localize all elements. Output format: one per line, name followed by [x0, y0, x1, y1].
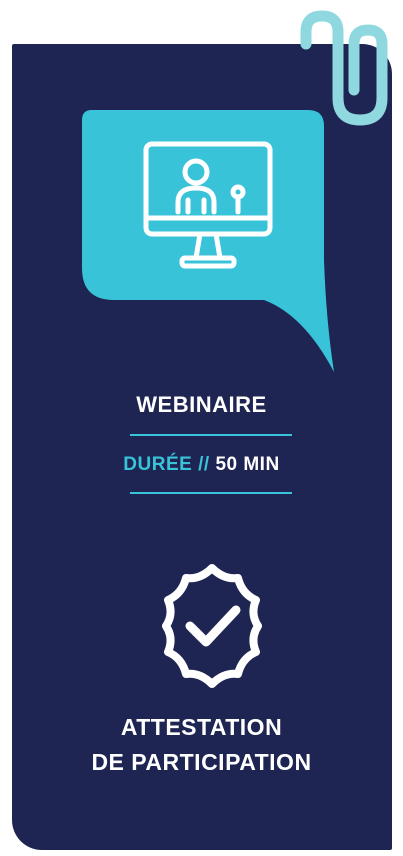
divider-top	[130, 434, 292, 436]
certificate-line-2: DE PARTICIPATION	[91, 749, 312, 775]
duration-label: DURÉE	[123, 454, 193, 475]
speech-bubble	[82, 110, 334, 372]
duration-separator: //	[198, 454, 210, 475]
duration-value: 50 MIN	[215, 454, 280, 475]
certificate-title: ATTESTATION DE PARTICIPATION	[0, 710, 403, 780]
duration-line: DURÉE // 50 MIN	[0, 454, 403, 476]
verified-badge-icon	[162, 564, 262, 688]
paperclip-icon	[300, 10, 388, 126]
divider-bottom	[130, 492, 292, 494]
format-title: WEBINAIRE	[136, 392, 267, 417]
certificate-line-1: ATTESTATION	[120, 714, 283, 740]
